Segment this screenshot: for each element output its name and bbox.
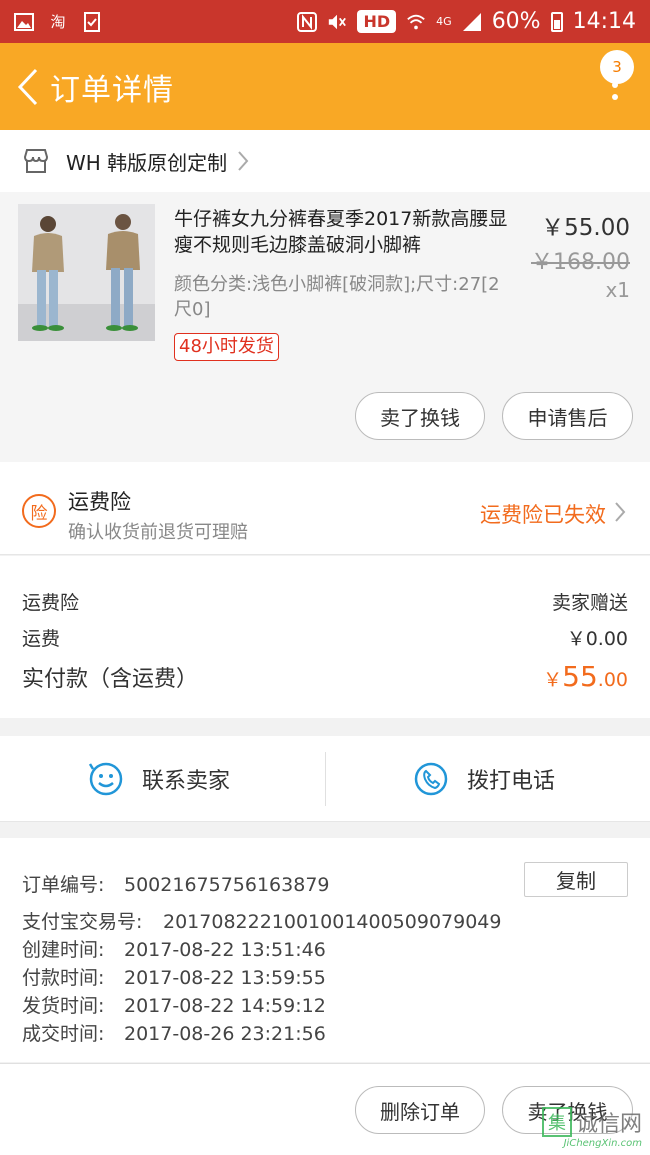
more-dot-icon [612,94,618,100]
contact-seller-label: 联系卖家 [142,769,231,794]
cost-summary: 运费险 卖家赠送 运费 ￥0.00 实付款（含运费） ￥55.00 [0,556,650,718]
product-title[interactable]: 牛仔裤女九分裤春夏季2017新款高腰显瘦不规则毛边膝盖破洞小脚裤 [174,206,514,258]
info-label: 支付宝交易号: [22,911,143,933]
product-price: ￥55.00 [541,215,630,241]
info-label: 成交时间: [22,1023,105,1045]
shop-name: WH 韩版原创定制 [66,150,228,175]
info-label: 创建时间: [22,939,105,961]
total-amount: ￥55.00 [543,660,628,693]
currency-symbol: ￥ [543,669,563,691]
closed-time: 2017-08-26 23:21:56 [124,1023,326,1045]
contact-seller-button[interactable]: 联系卖家 [88,736,230,822]
cost-value: 卖家赠送 [551,592,628,614]
watermark: 集 诚信网 JiChengXin.com [541,1106,642,1149]
status-bar: 淘 HD 4G 60% 14:14 [0,0,650,43]
product-item[interactable]: 牛仔裤女九分裤春夏季2017新款高腰显瘦不规则毛边膝盖破洞小脚裤 颜色分类:浅色… [0,192,650,462]
chevron-right-icon [615,502,626,522]
paid-time: 2017-08-22 13:59:55 [124,967,326,989]
info-label: 订单编号: [22,874,105,896]
bottom-action-bar: 删除订单 卖了换钱 集 诚信网 JiChengXin.com [0,1063,650,1155]
taobao-icon: 淘 [50,13,66,31]
shipped-time: 2017-08-22 14:59:12 [124,995,326,1017]
watermark-url: JiChengXin.com [563,1138,642,1149]
delete-order-button[interactable]: 删除订单 [355,1086,485,1134]
insurance-icon: 险 [22,494,56,528]
battery-percent: 60% [491,9,541,34]
info-label: 付款时间: [22,967,105,989]
gallery-icon [14,12,34,32]
order-info: 订单编号: 50021675756163879 复制 支付宝交易号: 2017082… [0,838,650,1062]
request-aftersale-button[interactable]: 申请售后 [502,392,633,440]
wifi-icon [406,12,426,32]
app-header: 订单详情 3 [0,43,650,130]
mute-icon [327,12,347,32]
insurance-subtitle: 确认收货前退货可理赔 [68,522,248,543]
call-phone-button[interactable]: 拨打电话 [413,736,555,822]
page-title: 订单详情 [50,72,174,108]
signal-icon [462,12,482,32]
info-label: 发货时间: [22,995,105,1017]
cost-label: 运费险 [22,592,80,614]
total-label: 实付款（含运费） [22,667,199,692]
order-number: 50021675756163879 [124,874,330,896]
store-icon [23,149,49,173]
battery-icon [550,11,563,32]
created-time-row: 创建时间: 2017-08-22 13:51:46 [22,935,326,962]
shipping-tag: 48小时发货 [174,333,279,361]
copy-button[interactable]: 复制 [524,862,628,897]
network-type: 4G [436,15,452,28]
back-button[interactable] [6,43,50,130]
chat-face-icon [88,762,123,796]
chevron-right-icon [238,151,249,171]
clock: 14:14 [572,9,636,34]
checklist-icon [82,11,102,32]
phone-icon [414,762,448,796]
shipped-time-row: 发货时间: 2017-08-22 14:59:12 [22,991,326,1018]
insurance-status[interactable]: 运费险已失效 [480,499,606,529]
order-number-row: 订单编号: 50021675756163879 [22,870,330,897]
shipping-insurance-row[interactable]: 险 运费险 确认收货前退货可理赔 运费险已失效 [0,462,650,555]
product-image[interactable] [18,204,155,341]
cost-value: ￥0.00 [566,628,628,650]
created-time: 2017-08-22 13:51:46 [124,939,326,961]
product-quantity: x1 [605,278,630,302]
closed-time-row: 成交时间: 2017-08-26 23:21:56 [22,1019,326,1046]
total-decimal: .00 [597,669,628,691]
shipping-fee-row: 运费 ￥0.00 [22,624,628,651]
watermark-logo-icon: 集 [541,1107,572,1137]
notification-badge: 3 [600,50,634,84]
alipay-row: 支付宝交易号: 2017082221001001400509079049 [22,907,501,934]
alipay-number: 2017082221001001400509079049 [163,911,502,933]
chevron-left-icon [17,68,38,105]
nfc-icon [297,11,318,32]
watermark-text: 诚信网 [575,1112,642,1137]
cost-label: 运费 [22,628,61,650]
original-price: ￥168.00 [531,250,630,275]
shop-row[interactable]: WH 韩版原创定制 [0,130,650,192]
paid-time-row: 付款时间: 2017-08-22 13:59:55 [22,963,326,990]
insurance-fee-row: 运费险 卖家赠送 [22,588,628,615]
total-integer: 55 [562,660,598,693]
call-phone-label: 拨打电话 [467,769,556,794]
divider [325,752,326,806]
total-paid-row: 实付款（含运费） ￥55.00 [22,660,628,693]
sell-for-cash-button[interactable]: 卖了换钱 [355,392,485,440]
product-spec: 颜色分类:浅色小脚裤[破洞款];尺寸:27[2尺0] [174,274,500,320]
insurance-title: 运费险 [68,490,131,514]
hd-badge: HD [357,10,397,33]
contact-bar: 联系卖家 拨打电话 [0,736,650,822]
